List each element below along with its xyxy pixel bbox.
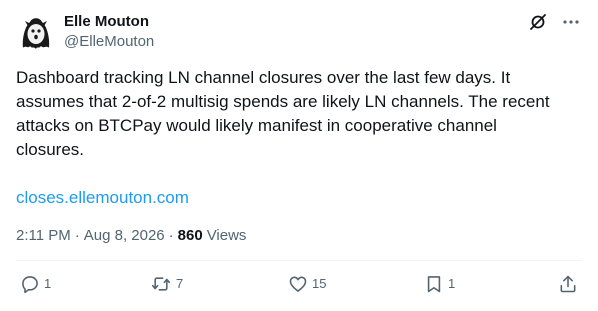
like-count: 15	[312, 276, 327, 291]
tweet-card: Elle Mouton @ElleMouton Dashboard tracki…	[0, 0, 598, 311]
meta-separator: ·	[168, 227, 174, 244]
repost-button[interactable]: 7	[150, 274, 183, 294]
bookmark-icon	[427, 276, 441, 293]
reply-count: 1	[44, 276, 52, 291]
more-options-icon[interactable]	[562, 13, 580, 31]
reply-icon	[22, 276, 38, 294]
bookmark-count: 1	[448, 276, 456, 291]
action-bar: 1 7 15 1	[16, 274, 582, 298]
bookmark-button[interactable]: 1	[424, 274, 455, 294]
heart-icon	[289, 276, 307, 292]
author-handle[interactable]: @ElleMouton	[64, 32, 154, 52]
views-count: 860	[177, 227, 203, 244]
tweet-date[interactable]: Aug 8, 2026	[84, 226, 165, 246]
tweet-link[interactable]: closes.ellemouton.com	[16, 186, 189, 210]
meta-separator: ·	[74, 227, 80, 244]
share-icon	[560, 275, 576, 293]
repost-count: 7	[176, 276, 184, 291]
header-actions	[528, 12, 580, 32]
divider	[16, 260, 582, 261]
tweet-text: Dashboard tracking LN channel closures o…	[16, 68, 550, 159]
ghost-avatar-icon	[16, 12, 56, 52]
grok-icon[interactable]	[528, 12, 548, 32]
author-avatar[interactable]	[16, 12, 56, 52]
tweet-time[interactable]: 2:11 PM	[16, 226, 71, 246]
tweet-meta: 2:11 PM · Aug 8, 2026 · 860 Views	[16, 226, 246, 246]
repost-icon	[151, 277, 171, 291]
share-button[interactable]	[558, 274, 578, 294]
reply-button[interactable]: 1	[20, 274, 51, 294]
like-button[interactable]: 15	[288, 274, 326, 294]
views-label: Views	[206, 227, 247, 244]
author-name[interactable]: Elle Mouton	[64, 12, 149, 32]
